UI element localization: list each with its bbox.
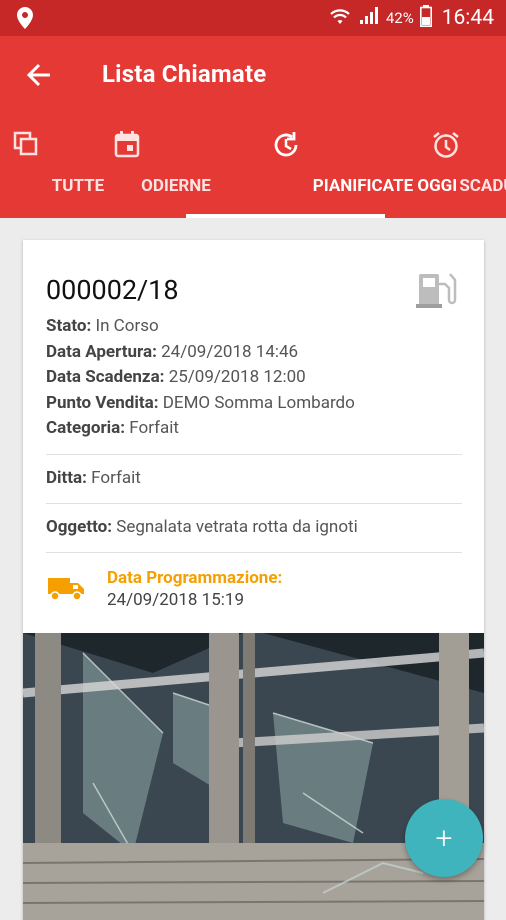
location-icon	[16, 7, 34, 33]
field-punto-vendita: Punto Vendita: DEMO Somma Lombardo	[46, 392, 355, 413]
divider	[46, 503, 462, 504]
status-bar: 42% 16:44	[0, 0, 506, 36]
field-ditta: Ditta: Forfait	[46, 468, 141, 488]
copy-icon	[12, 130, 40, 162]
tab-indicator	[186, 214, 385, 218]
schedule-value: 24/09/2018 15:19	[107, 590, 245, 610]
calendar-icon	[114, 130, 140, 162]
app-bar: Lista Chiamate	[0, 36, 506, 116]
call-details: Stato: In Corso Data Apertura: 24/09/201…	[46, 314, 355, 442]
tab-odierne[interactable]: ODIERNE	[78, 116, 211, 218]
tab-bar: TUTTE ODIERNE PIANIFICATE OGGI SCADUTE	[0, 116, 506, 218]
clock: 16:44	[441, 6, 494, 30]
field-oggetto: Oggetto: Segnalata vetrata rotta da igno…	[46, 517, 358, 537]
wifi-icon	[328, 6, 352, 30]
divider	[46, 552, 462, 553]
signal-icon	[358, 6, 380, 30]
tab-pianificate-oggi[interactable]: PIANIFICATE OGGI	[186, 116, 457, 218]
battery-percent: 42%	[385, 9, 414, 27]
tab-tutte[interactable]: TUTTE	[0, 116, 104, 218]
alarm-icon	[431, 130, 461, 164]
fuel-pump-icon	[415, 270, 461, 314]
call-code: 000002/18	[46, 274, 179, 306]
field-data-scadenza: Data Scadenza: 25/09/2018 12:00	[46, 367, 306, 387]
add-button[interactable]: +	[405, 799, 483, 877]
tab-scadute[interactable]: SCADUTE	[395, 116, 506, 218]
field-categoria: Categoria: Forfait	[46, 418, 179, 438]
battery-icon	[419, 5, 432, 31]
page-title: Lista Chiamate	[102, 60, 267, 88]
field-stato: Stato: In Corso	[46, 316, 159, 336]
delivery-truck-icon	[46, 574, 86, 606]
field-data-apertura: Data Apertura: 24/09/2018 14:46	[46, 341, 299, 362]
divider	[46, 454, 462, 455]
schedule-label: Data Programmazione:	[107, 568, 283, 588]
plus-icon: +	[435, 820, 453, 856]
call-photo	[23, 633, 484, 920]
history-icon	[271, 130, 301, 164]
back-arrow-icon[interactable]	[26, 62, 52, 92]
tab-label: SCADUTE	[459, 176, 506, 196]
